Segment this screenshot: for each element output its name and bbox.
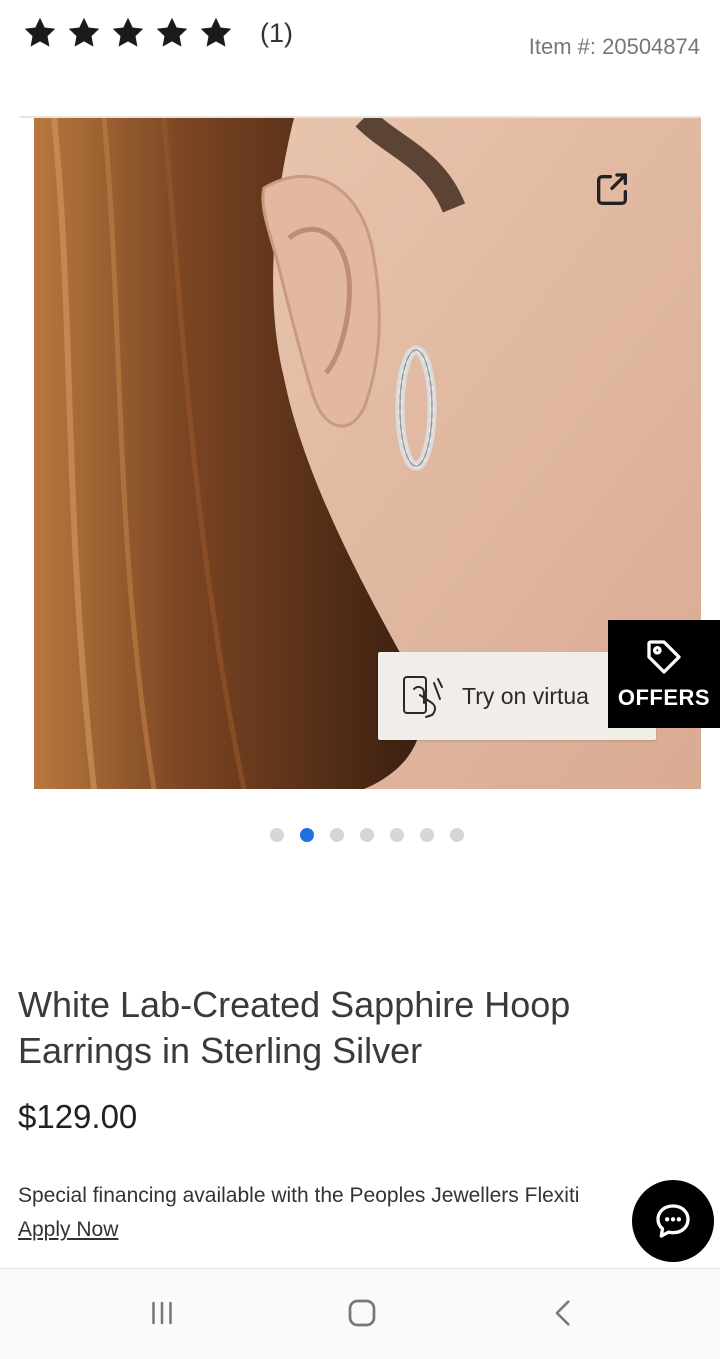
carousel-dot[interactable] [420,828,434,842]
recent-apps-icon [152,1301,172,1325]
back-button[interactable] [542,1291,586,1335]
back-icon [555,1300,570,1326]
star-icon [156,17,188,47]
try-on-label: Try on virtua [462,682,589,709]
star-icon [200,17,232,47]
star-icon [112,17,144,47]
share-button[interactable] [588,166,636,214]
home-button[interactable] [340,1291,384,1335]
rating-row[interactable]: (1) [22,8,293,58]
tag-icon [647,640,681,674]
recent-apps-button[interactable] [140,1291,184,1335]
chat-button[interactable] [632,1180,714,1262]
share-icon [597,173,627,205]
review-count[interactable]: (1) [260,18,293,49]
offers-label: OFFERS [617,685,711,710]
offers-button[interactable]: OFFERS [608,620,720,728]
chat-bubble-icon [656,1204,690,1238]
rating-stars [22,15,234,51]
carousel-dots[interactable] [270,828,464,842]
carousel-dot[interactable] [330,828,344,842]
product-title: White Lab-Created Sapphire Hoop Earrings… [18,984,571,1071]
hand-phone-icon [403,676,443,718]
apply-now-link[interactable]: Apply Now [18,1218,118,1242]
star-icon [68,17,100,47]
carousel-dot[interactable] [390,828,404,842]
carousel-dot-active[interactable] [300,828,314,842]
item-number: Item #: 20504874 [528,34,700,59]
financing-text: Special financing available with the Peo… [18,1184,580,1207]
home-icon [348,1299,376,1327]
carousel-dot[interactable] [270,828,284,842]
carousel-dot[interactable] [360,828,374,842]
product-price: $129.00 [18,1098,138,1135]
carousel-dot[interactable] [450,828,464,842]
star-icon [24,17,56,47]
system-navigation-bar [0,1268,720,1359]
